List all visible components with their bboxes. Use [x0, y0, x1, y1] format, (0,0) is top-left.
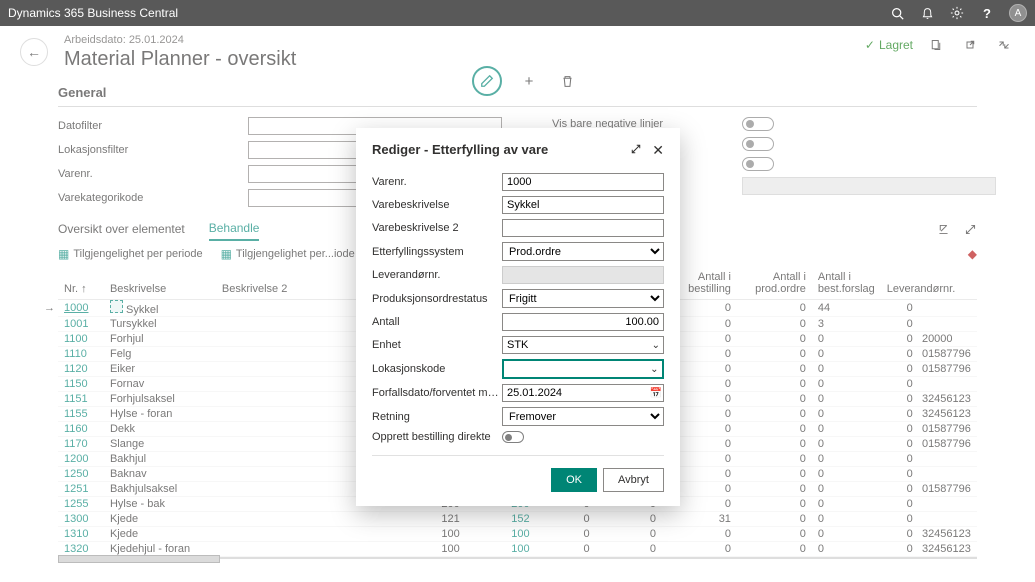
lbl-lev: Leverandørnr.: [372, 269, 502, 281]
cancel-button[interactable]: Avbryt: [603, 468, 664, 492]
calendar-icon[interactable]: 📅: [649, 384, 664, 402]
lbl-besk2: Varebeskrivelse 2: [372, 222, 502, 234]
input-enhet[interactable]: [502, 336, 649, 354]
lbl-retning: Retning: [372, 411, 502, 423]
lbl-besk1: Varebeskrivelse: [372, 199, 502, 211]
select-retning[interactable]: Fremover: [502, 407, 664, 426]
lbl-enhet: Enhet: [372, 339, 502, 351]
lbl-antall: Antall: [372, 316, 502, 328]
toggle-opprett[interactable]: [502, 431, 524, 443]
modal-close-icon[interactable]: ✕: [652, 142, 664, 159]
modal-title: Rediger - Etterfylling av vare: [372, 142, 548, 159]
lbl-varenr: Varenr.: [372, 176, 502, 188]
modal-etterfylling: Rediger - Etterfylling av vare ✕ Varenr.…: [356, 128, 680, 506]
modal-expand-icon[interactable]: [630, 142, 642, 159]
input-antall[interactable]: [502, 313, 664, 331]
lbl-forfall: Forfallsdato/forventet mottaksda...: [372, 387, 502, 399]
input-lokasjonskode[interactable]: [504, 361, 647, 377]
select-postatus[interactable]: Frigitt: [502, 289, 664, 308]
lokasjon-dropdown-icon[interactable]: ⌄: [647, 361, 662, 377]
ok-button[interactable]: OK: [551, 468, 597, 492]
input-forfallsdato[interactable]: [502, 384, 649, 402]
input-besk2[interactable]: [502, 219, 664, 237]
lbl-etterf: Etterfyllingssystem: [372, 246, 502, 258]
lbl-opprett: Opprett bestilling direkte: [372, 431, 502, 443]
input-varenr[interactable]: [502, 173, 664, 191]
lbl-postatus: Produksjonsordrestatus: [372, 293, 502, 305]
enhet-dropdown-icon[interactable]: ⌄: [649, 336, 664, 354]
input-besk1[interactable]: [502, 196, 664, 214]
select-etterfylling[interactable]: Prod.ordre: [502, 242, 664, 261]
lbl-lokasjon: Lokasjonskode: [372, 363, 502, 375]
input-leverandor: [502, 266, 664, 284]
